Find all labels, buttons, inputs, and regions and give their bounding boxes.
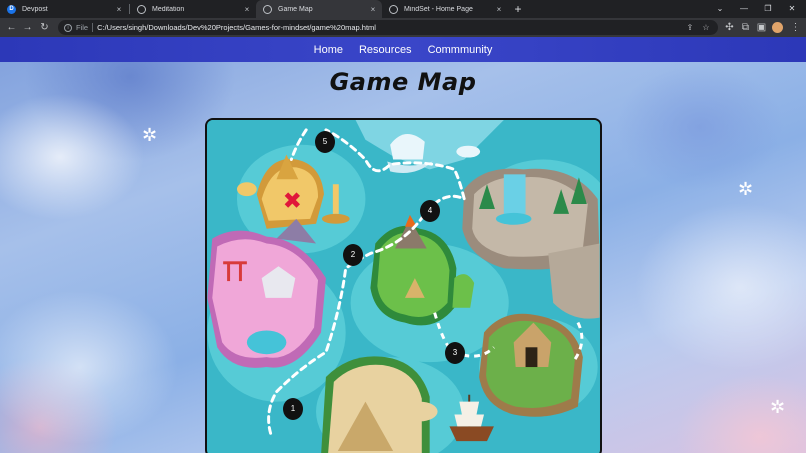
page-content: Home Resources Commmunity Game Map ✲ ✲ ✲ [0,37,806,453]
map-illustration [207,120,600,453]
site-navbar: Home Resources Commmunity [0,37,806,62]
extensions-icon[interactable]: ✣ [722,20,737,35]
globe-icon [263,4,272,14]
tab-game-map[interactable]: Game Map × [256,0,382,18]
nav-link-resources[interactable]: Resources [359,44,412,56]
globe-icon [137,4,146,14]
browser-toolbar: ← → ↻ i File C:/Users/singh/Downloads/De… [0,18,806,37]
game-map: 1 2 3 4 5 [205,118,602,453]
star-icon[interactable]: ☆ [700,21,712,34]
info-icon[interactable]: i [64,23,72,32]
globe-icon [389,4,398,14]
url-text[interactable]: C:/Users/singh/Downloads/Dev%20Projects/… [97,23,376,32]
close-icon[interactable]: × [242,5,252,14]
minimize-button[interactable]: — [732,0,756,18]
forward-button[interactable]: → [20,20,35,35]
tab-strip: D Devpost × Meditation × Game Map × Mind… [0,0,806,18]
tab-title: MindSet - Home Page [404,5,473,13]
reload-button[interactable]: ↻ [37,20,52,35]
address-bar[interactable]: i File C:/Users/singh/Downloads/Dev%20Pr… [58,20,718,35]
star-decoration-icon: ✲ [770,397,786,417]
level-marker-4[interactable]: 4 [420,200,440,222]
file-scheme-label: File [76,23,89,32]
tab-title: Game Map [278,5,313,13]
star-decoration-icon: ✲ [738,179,754,199]
close-icon[interactable]: × [494,5,504,14]
avatar[interactable] [770,20,785,35]
level-marker-1[interactable]: 1 [283,398,303,420]
tab-search-button[interactable]: ⌄ [708,0,732,18]
close-icon[interactable]: × [114,5,124,14]
tab-title: Devpost [22,5,48,13]
devpost-icon: D [7,4,16,14]
level-marker-2[interactable]: 2 [343,244,363,266]
nav-link-community[interactable]: Commmunity [428,44,493,56]
tab-devpost[interactable]: D Devpost × [0,0,128,18]
page-title: Game Map [329,68,477,96]
share-icon[interactable]: ⇪ [684,21,696,34]
sync-icon[interactable]: ⧉ [738,20,753,35]
tab-meditation[interactable]: Meditation × [130,0,256,18]
maximize-button[interactable]: ❐ [756,0,780,18]
star-decoration-icon: ✲ [142,125,158,145]
sidepanel-icon[interactable]: ▣ [754,20,769,35]
nav-link-home[interactable]: Home [314,44,343,56]
back-button[interactable]: ← [4,20,19,35]
close-window-button[interactable]: ✕ [780,0,804,18]
new-tab-button[interactable]: + [511,2,525,16]
level-marker-3[interactable]: 3 [445,342,465,364]
level-marker-5[interactable]: 5 [315,131,335,153]
close-icon[interactable]: × [368,5,378,14]
tab-mindset-home[interactable]: MindSet - Home Page × [382,0,508,18]
tab-title: Meditation [152,5,185,13]
menu-icon[interactable]: ⋮ [788,20,803,35]
